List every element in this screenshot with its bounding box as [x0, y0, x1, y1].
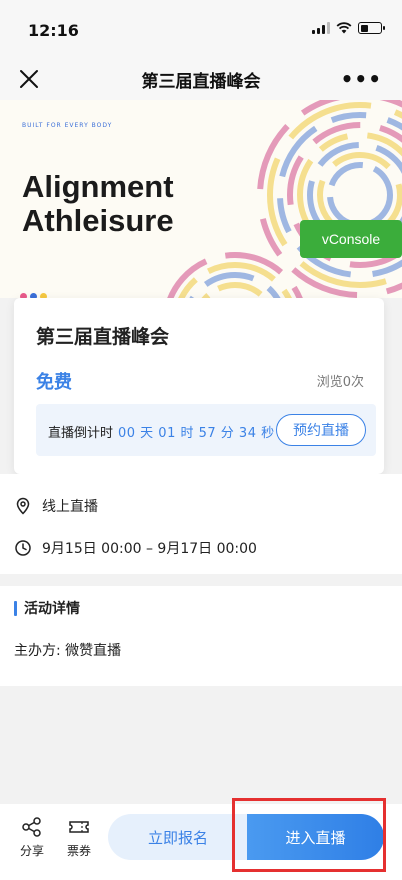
organizer-text: 主办方: 微赞直播	[14, 643, 122, 659]
ticket-icon	[69, 821, 89, 833]
price-label: 免费	[36, 372, 72, 393]
share-button[interactable]: 分享	[12, 816, 52, 859]
status-icons	[312, 22, 385, 34]
signal-icon	[312, 22, 330, 34]
section-accent-bar	[14, 600, 17, 616]
activity-section: 活动详情 主办方: 微赞直播	[0, 586, 402, 686]
activity-heading-text: 活动详情	[24, 601, 80, 617]
highlight-box	[232, 798, 386, 872]
status-bar: 12:16	[0, 0, 402, 58]
vconsole-button[interactable]: vConsole	[300, 220, 402, 258]
share-label: 分享	[19, 844, 44, 858]
clock-icon	[15, 540, 31, 556]
reserve-live-button[interactable]: 预约直播	[276, 414, 366, 446]
battery-icon	[358, 22, 385, 34]
banner-title-line-2: Athleisure	[22, 203, 174, 238]
view-count: 浏览0次	[316, 375, 364, 390]
event-details: 线上直播 9月15日 00:00 – 9月17日 00:00	[0, 474, 402, 574]
event-info-card: 第三届直播峰会 免费 浏览0次 直播倒计时 00 天 01 时 57 分 34 …	[14, 298, 384, 474]
countdown-box: 直播倒计时 00 天 01 时 57 分 34 秒 预约直播	[36, 404, 376, 456]
banner-title-line-1: Alignment	[22, 169, 174, 204]
banner-title: Alignment Athleisure	[22, 170, 174, 238]
location-row: 线上直播	[14, 496, 98, 516]
signup-button[interactable]: 立即报名	[108, 814, 248, 860]
tickets-label: 票券	[66, 844, 91, 858]
nav-bar: 第三届直播峰会 •••	[0, 58, 402, 100]
time-range-text: 9月15日 00:00 – 9月17日 00:00	[42, 541, 257, 557]
tickets-button[interactable]: 票券	[59, 816, 99, 859]
event-title: 第三届直播峰会	[36, 326, 170, 348]
countdown-value: 00 天 01 时 57 分 34 秒	[118, 426, 275, 441]
wifi-icon	[336, 22, 352, 34]
more-options-icon[interactable]: •••	[341, 67, 382, 91]
banner-tagline: BUILT FOR EVERY BODY	[22, 122, 113, 129]
status-time: 12:16	[28, 21, 79, 40]
time-row: 9月15日 00:00 – 9月17日 00:00	[14, 538, 257, 558]
location-pin-icon	[16, 497, 30, 515]
event-banner: BUILT FOR EVERY BODY Alignment Athleisur…	[0, 100, 402, 298]
share-icon	[22, 817, 41, 837]
activity-heading: 活动详情	[14, 598, 80, 618]
countdown-label: 直播倒计时	[48, 426, 114, 441]
location-text: 线上直播	[42, 499, 98, 515]
